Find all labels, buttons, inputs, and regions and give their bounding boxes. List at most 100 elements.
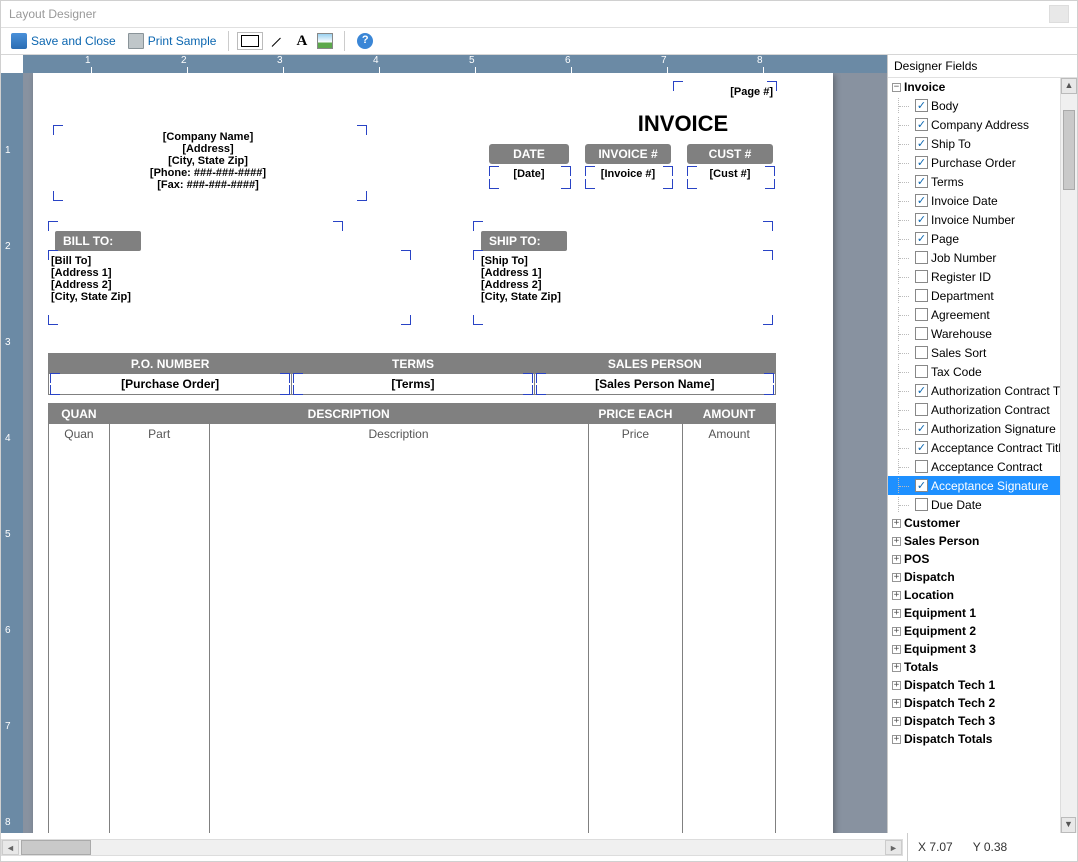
cust-num-header[interactable]: CUST # (687, 144, 773, 164)
expand-icon[interactable]: + (892, 555, 901, 564)
tree-item[interactable]: Department (888, 286, 1060, 305)
tree-item[interactable]: Due Date (888, 495, 1060, 514)
print-sample-button[interactable]: Print Sample (124, 31, 221, 51)
tree-category[interactable]: +Dispatch (888, 568, 1060, 586)
canvas[interactable]: [Page #] [Company Name] [Address] [City,… (23, 73, 887, 833)
tree-item[interactable]: Acceptance Contract (888, 457, 1060, 476)
tree-item[interactable]: Authorization Contract Title (888, 381, 1060, 400)
checkbox[interactable] (915, 99, 928, 112)
tree-category[interactable]: +Dispatch Tech 2 (888, 694, 1060, 712)
billto-header[interactable]: BILL TO: (55, 231, 141, 251)
checkbox[interactable] (915, 460, 928, 473)
expand-icon[interactable]: + (892, 735, 901, 744)
expand-icon[interactable]: + (892, 645, 901, 654)
shipto-header[interactable]: SHIP TO: (481, 231, 567, 251)
checkbox[interactable] (915, 270, 928, 283)
tree-item[interactable]: Company Address (888, 115, 1060, 134)
header-table[interactable]: P.O. NUMBERTERMSSALES PERSON [Purchase O… (48, 353, 776, 395)
expand-icon[interactable]: + (892, 573, 901, 582)
company-block[interactable]: [Company Name] [Address] [City, State Zi… (53, 131, 363, 191)
tree-category[interactable]: +Totals (888, 658, 1060, 676)
checkbox[interactable] (915, 346, 928, 359)
tree-item[interactable]: Body (888, 96, 1060, 115)
scroll-up-arrow[interactable]: ▲ (1061, 78, 1077, 94)
tree-category[interactable]: +Location (888, 586, 1060, 604)
tree-category[interactable]: +Dispatch Tech 3 (888, 712, 1060, 730)
scroll-down-arrow[interactable]: ▼ (1061, 817, 1076, 833)
tree-item[interactable]: Acceptance Signature (888, 476, 1060, 495)
items-table[interactable]: QUANDESCRIPTIONPRICE EACHAMOUNT QuanPart… (48, 403, 776, 833)
expand-icon[interactable]: + (892, 609, 901, 618)
tree-item[interactable]: Page (888, 229, 1060, 248)
expand-icon[interactable]: + (892, 537, 901, 546)
tree-item[interactable]: Terms (888, 172, 1060, 191)
checkbox[interactable] (915, 213, 928, 226)
expand-icon[interactable]: + (892, 699, 901, 708)
tree-item[interactable]: Job Number (888, 248, 1060, 267)
invoice-num-header[interactable]: INVOICE # (585, 144, 671, 164)
fields-tree[interactable]: −InvoiceBodyCompany AddressShip ToPurcha… (888, 78, 1060, 833)
tree-item[interactable]: Authorization Contract (888, 400, 1060, 419)
checkbox[interactable] (915, 289, 928, 302)
date-field[interactable]: [Date] (489, 168, 569, 180)
cust-num-field[interactable]: [Cust #] (687, 168, 773, 180)
image-tool[interactable] (314, 31, 336, 51)
tree-item[interactable]: Authorization Signature (888, 419, 1060, 438)
checkbox[interactable] (915, 441, 928, 454)
checkbox[interactable] (915, 308, 928, 321)
tree-category[interactable]: +POS (888, 550, 1060, 568)
collapse-icon[interactable]: − (892, 83, 901, 92)
horizontal-scrollbar[interactable]: ◄ ► (1, 839, 903, 856)
tree-item[interactable]: Register ID (888, 267, 1060, 286)
tree-category[interactable]: +Dispatch Tech 1 (888, 676, 1060, 694)
line-tool[interactable] (267, 31, 289, 51)
expand-icon[interactable]: + (892, 681, 901, 690)
expand-icon[interactable]: + (892, 519, 901, 528)
checkbox[interactable] (915, 422, 928, 435)
checkbox[interactable] (915, 365, 928, 378)
expand-icon[interactable]: + (892, 717, 901, 726)
tree-category[interactable]: +Customer (888, 514, 1060, 532)
checkbox[interactable] (915, 403, 928, 416)
checkbox[interactable] (915, 118, 928, 131)
expand-icon[interactable]: + (892, 663, 901, 672)
checkbox[interactable] (915, 479, 928, 492)
tree-root-invoice[interactable]: −Invoice (888, 78, 1060, 96)
tree-item[interactable]: Invoice Date (888, 191, 1060, 210)
tree-item[interactable]: Purchase Order (888, 153, 1060, 172)
tree-item[interactable]: Warehouse (888, 324, 1060, 343)
shipto-block[interactable]: [Ship To] [Address 1] [Address 2] [City,… (481, 255, 761, 303)
tree-category[interactable]: +Sales Person (888, 532, 1060, 550)
checkbox[interactable] (915, 156, 928, 169)
checkbox[interactable] (915, 232, 928, 245)
scroll-right-arrow[interactable]: ► (885, 840, 902, 855)
hscroll-thumb[interactable] (21, 840, 91, 855)
text-tool[interactable]: A (293, 31, 310, 52)
help-button[interactable]: ? (353, 31, 377, 51)
close-button[interactable] (1049, 5, 1069, 23)
checkbox[interactable] (915, 384, 928, 397)
tree-category[interactable]: +Equipment 2 (888, 622, 1060, 640)
date-header[interactable]: DATE (489, 144, 569, 164)
checkbox[interactable] (915, 498, 928, 511)
tree-item[interactable]: Sales Sort (888, 343, 1060, 362)
scroll-left-arrow[interactable]: ◄ (2, 840, 19, 855)
tree-category[interactable]: +Equipment 3 (888, 640, 1060, 658)
scroll-thumb[interactable] (1063, 110, 1075, 190)
checkbox[interactable] (915, 194, 928, 207)
vertical-scrollbar[interactable]: ▲ ▼ (1060, 78, 1077, 833)
tree-item[interactable]: Acceptance Contract Title (888, 438, 1060, 457)
tree-item[interactable]: Ship To (888, 134, 1060, 153)
rectangle-tool[interactable] (237, 32, 263, 50)
save-and-close-button[interactable]: Save and Close (7, 31, 120, 51)
checkbox[interactable] (915, 137, 928, 150)
page[interactable]: [Page #] [Company Name] [Address] [City,… (33, 73, 833, 833)
tree-item[interactable]: Invoice Number (888, 210, 1060, 229)
invoice-title[interactable]: INVOICE (593, 111, 773, 137)
expand-icon[interactable]: + (892, 627, 901, 636)
tree-item[interactable]: Agreement (888, 305, 1060, 324)
checkbox[interactable] (915, 251, 928, 264)
expand-icon[interactable]: + (892, 591, 901, 600)
checkbox[interactable] (915, 175, 928, 188)
checkbox[interactable] (915, 327, 928, 340)
